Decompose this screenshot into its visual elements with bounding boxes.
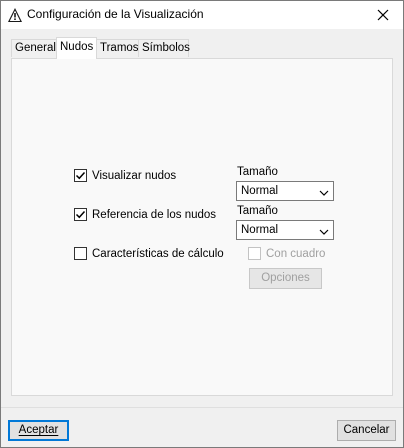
checkbox-box[interactable] <box>74 169 87 182</box>
con-cuadro-label: Con cuadro <box>266 247 326 260</box>
checkbox-box[interactable] <box>74 247 87 260</box>
checkbox-box[interactable] <box>248 247 261 260</box>
size-select-1-value: Normal <box>241 185 279 197</box>
window-title: Configuración de la Visualización <box>27 7 204 21</box>
tab-nudos[interactable]: Nudos <box>56 37 97 59</box>
checkmark-icon <box>75 210 86 219</box>
accept-button[interactable]: Aceptar <box>8 420 69 441</box>
checkmark-icon <box>75 171 86 180</box>
referencia-nudos-checkbox[interactable]: Referencia de los nudos <box>74 208 216 221</box>
con-cuadro-checkbox[interactable]: Con cuadro <box>248 247 325 260</box>
chevron-down-icon <box>319 186 329 204</box>
accept-button-label: Aceptar <box>18 424 59 436</box>
close-icon <box>377 9 389 21</box>
caracteristicas-calculo-label: Características de cálculo <box>92 247 224 260</box>
tab-tramos[interactable]: Tramos <box>96 39 139 57</box>
cancel-button[interactable]: Cancelar <box>337 420 396 441</box>
tab-simbolos[interactable]: Símbolos <box>138 39 190 57</box>
size-label-1: Tamaño <box>237 166 278 178</box>
tab-panel-nudos <box>11 58 393 396</box>
tab-strip: General Nudos Tramos Símbolos <box>1 37 403 59</box>
chevron-down-icon <box>319 225 329 243</box>
checkbox-box[interactable] <box>74 208 87 221</box>
size-select-2-value: Normal <box>241 224 279 236</box>
title-bar: Configuración de la Visualización <box>1 1 403 29</box>
visualizar-nudos-label: Visualizar nudos <box>92 169 177 182</box>
size-select-2[interactable]: Normal <box>236 220 334 240</box>
size-label-2: Tamaño <box>237 205 278 217</box>
warning-triangle-icon <box>7 7 23 23</box>
size-select-1[interactable]: Normal <box>236 181 334 201</box>
referencia-nudos-label: Referencia de los nudos <box>92 208 217 221</box>
dialog-window: Configuración de la Visualización Genera… <box>0 0 404 448</box>
caracteristicas-calculo-checkbox[interactable]: Características de cálculo <box>74 247 224 260</box>
footer-divider <box>1 407 403 408</box>
visualizar-nudos-checkbox[interactable]: Visualizar nudos <box>74 169 176 182</box>
tab-general[interactable]: General <box>11 39 57 57</box>
close-button[interactable] <box>363 1 403 29</box>
opciones-button[interactable]: Opciones <box>249 268 322 289</box>
